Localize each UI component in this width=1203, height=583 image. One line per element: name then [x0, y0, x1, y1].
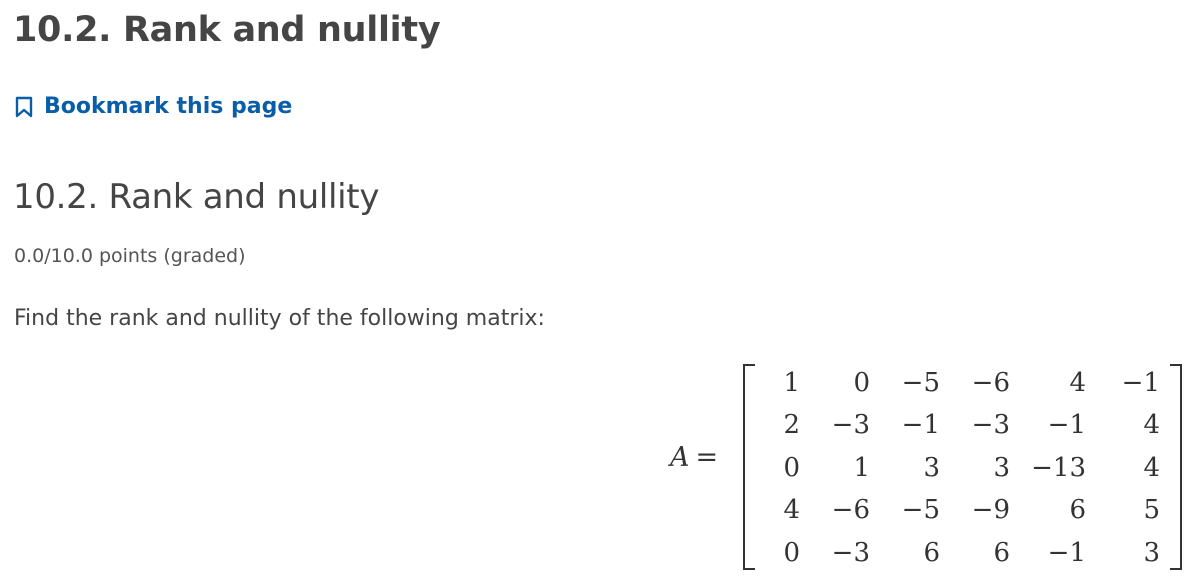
bookmark-button[interactable]: Bookmark this page — [14, 94, 292, 119]
matrix-cell: 0 — [853, 368, 870, 398]
problem-title: 10.2. Rank and nullity — [13, 177, 380, 217]
matrix-cell: 5 — [1143, 495, 1160, 526]
matrix-grid: 1 0 −5 −6 4 −1 2 −3 −1 −3 −1 4 0 1 3 3 −13 4 4 −6 −5 −9 6 5 0 −3 6… — [764, 362, 1164, 570]
matrix-cell: −3 — [831, 410, 870, 441]
matrix-cell: 2 — [783, 410, 800, 441]
matrix-cell: 6 — [923, 537, 940, 568]
matrix-cell: −6 — [831, 495, 870, 526]
equals-sign: = — [695, 442, 719, 473]
matrix-cell: 3 — [993, 452, 1010, 483]
matrix-equation: A = 1 0 −5 −6 4 −1 2 −3 −1 −3 −1 4 0 1 3 3 −13 4 4 −6 −5 −9 6 5 0… — [668, 362, 1188, 570]
matrix-cell: 1 — [853, 452, 870, 483]
matrix-cell: 0 — [783, 452, 800, 483]
left-bracket — [743, 364, 755, 570]
matrix-lhs: A = — [670, 442, 718, 473]
matrix-variable: A — [670, 442, 690, 473]
bookmark-icon — [14, 96, 44, 118]
matrix-cell: 4 — [1143, 410, 1160, 441]
matrix-cell: 3 — [923, 452, 940, 483]
matrix-cell: 4 — [783, 495, 800, 526]
problem-prompt: Find the rank and nullity of the followi… — [14, 306, 545, 331]
page-title: 10.2. Rank and nullity — [13, 10, 441, 50]
matrix-cell: −5 — [901, 495, 940, 526]
bookmark-label: Bookmark this page — [44, 94, 293, 119]
matrix-cell: −1 — [1047, 537, 1086, 568]
matrix-cell: 6 — [993, 537, 1010, 568]
matrix-cell: −5 — [901, 368, 940, 398]
matrix-cell: 4 — [1069, 368, 1086, 398]
matrix-cell: −9 — [971, 495, 1010, 526]
matrix-cell: 0 — [783, 537, 800, 568]
matrix-cell: −13 — [1031, 452, 1086, 483]
matrix-cell: −6 — [971, 368, 1010, 398]
matrix-cell: −3 — [831, 537, 870, 568]
matrix-cell: 3 — [1143, 537, 1160, 568]
matrix-cell: 6 — [1069, 495, 1086, 526]
points-score: 0.0/10.0 points (graded) — [14, 245, 246, 267]
right-bracket — [1170, 364, 1182, 570]
matrix-cell: 4 — [1143, 452, 1160, 483]
matrix-cell: −1 — [1121, 368, 1160, 398]
matrix-cell: −1 — [901, 410, 940, 441]
matrix-cell: 1 — [783, 368, 800, 398]
matrix-cell: −3 — [971, 410, 1010, 441]
matrix-cell: −1 — [1047, 410, 1086, 441]
